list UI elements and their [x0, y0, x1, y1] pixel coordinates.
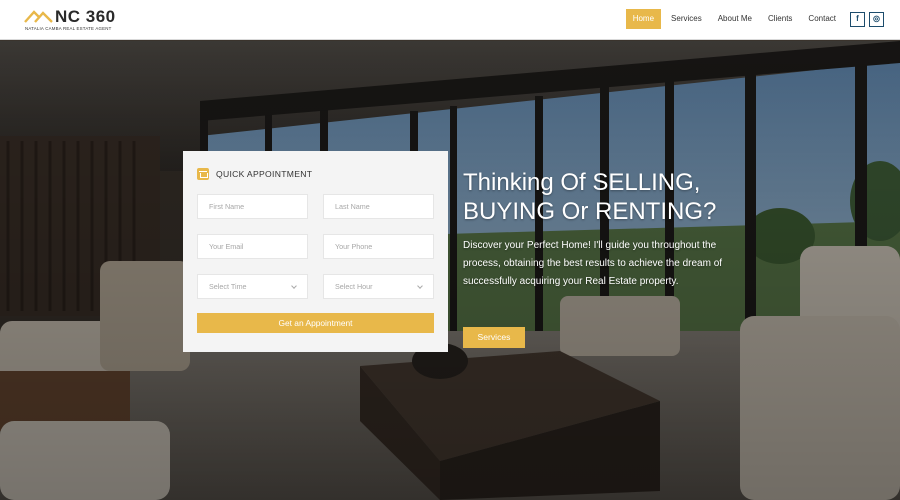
logo[interactable]: NC 360 NATALIA CAMBA REAL ESTATE AGENT	[24, 6, 124, 34]
form-title: QUICK APPOINTMENT	[216, 169, 313, 179]
first-name-input[interactable]	[197, 194, 308, 219]
brand-name: NC 360	[55, 7, 116, 26]
nav-clients[interactable]: Clients	[762, 9, 798, 29]
last-name-input[interactable]	[323, 194, 434, 219]
chevron-down-icon	[291, 283, 297, 289]
main-nav: Home Services About Me Clients Contact f…	[622, 9, 884, 29]
calendar-icon	[197, 168, 209, 180]
brand-tagline: NATALIA CAMBA REAL ESTATE AGENT	[25, 26, 112, 31]
instagram-link[interactable]: ◎	[869, 11, 884, 27]
house-roof-icon	[24, 10, 53, 23]
hour-select[interactable]: Select Hour	[323, 274, 434, 299]
nav-home[interactable]: Home	[625, 9, 662, 29]
hour-select-value: Select Hour	[335, 282, 373, 291]
facebook-link[interactable]: f	[850, 11, 865, 27]
phone-input[interactable]	[323, 234, 434, 259]
get-appointment-button[interactable]: Get an Appointment	[197, 313, 434, 333]
hero-description: Discover your Perfect Home! I'll guide y…	[463, 240, 723, 287]
instagram-icon: ◎	[873, 14, 880, 23]
hero-background	[0, 41, 900, 500]
headline-line-2: BUYING Or RENTING?	[463, 198, 717, 225]
facebook-icon: f	[856, 14, 859, 23]
nav-services[interactable]: Services	[665, 9, 708, 29]
time-select-value: Select Time	[209, 282, 247, 291]
headline-line-1: Thinking Of SELLING,	[463, 169, 701, 196]
chevron-down-icon	[417, 283, 423, 289]
time-select[interactable]: Select Time	[197, 274, 308, 299]
hero-headline: Thinking Of SELLING, BUYING Or RENTING?	[463, 168, 763, 226]
email-input[interactable]	[197, 234, 308, 259]
site-header: NC 360 NATALIA CAMBA REAL ESTATE AGENT H…	[0, 0, 900, 40]
nav-about-me[interactable]: About Me	[712, 9, 758, 29]
quick-appointment-form: QUICK APPOINTMENT Select Time Select Hou…	[183, 151, 448, 352]
nav-contact[interactable]: Contact	[802, 9, 842, 29]
services-button[interactable]: Services	[463, 327, 525, 348]
living-room-image	[0, 41, 900, 500]
